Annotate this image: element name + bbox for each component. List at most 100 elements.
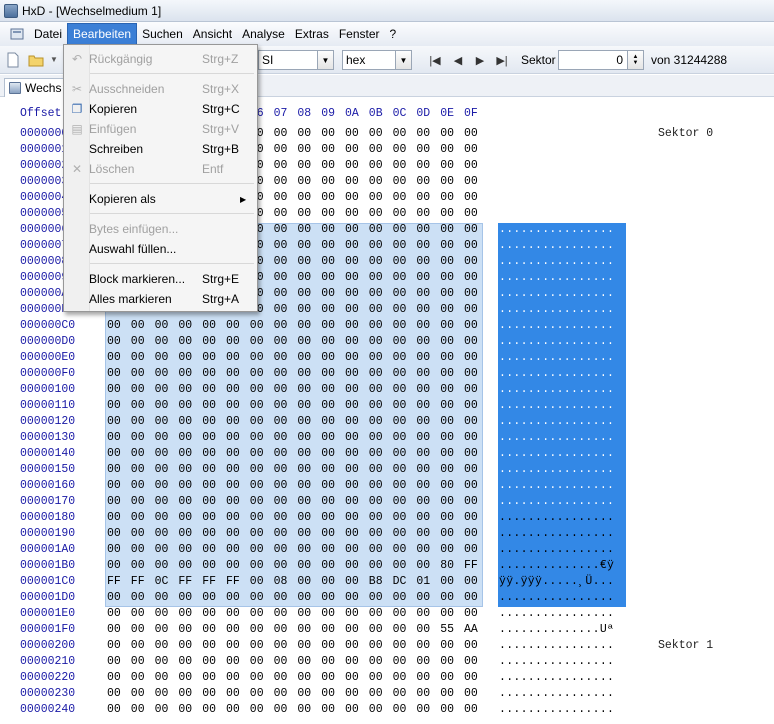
- ascii-text[interactable]: ................: [499, 543, 614, 556]
- hex-byte[interactable]: 00: [274, 159, 288, 172]
- ascii-text[interactable]: ................: [499, 303, 614, 316]
- hex-byte[interactable]: 00: [416, 447, 430, 460]
- hex-byte[interactable]: 00: [416, 687, 430, 700]
- hex-byte[interactable]: 00: [178, 319, 192, 332]
- hex-byte[interactable]: 00: [440, 511, 454, 524]
- hex-byte[interactable]: 00: [131, 655, 145, 668]
- hex-byte[interactable]: 00: [178, 415, 192, 428]
- hex-byte[interactable]: 00: [369, 223, 383, 236]
- hex-byte[interactable]: 00: [440, 303, 454, 316]
- menu-item-kopieren[interactable]: ❐ Kopieren Strg+C: [64, 99, 257, 119]
- hex-byte[interactable]: 00: [321, 575, 335, 588]
- hex-byte[interactable]: 00: [345, 319, 359, 332]
- hex-byte[interactable]: 00: [416, 511, 430, 524]
- hex-byte[interactable]: 0C: [155, 575, 169, 588]
- hex-byte[interactable]: 00: [107, 447, 121, 460]
- hex-byte[interactable]: 00: [155, 431, 169, 444]
- table-row[interactable]: 000001B0 00 00 00 00 00 00 00 00 00 00 00 00 00 00 80 FF…: [0, 559, 774, 575]
- hex-byte[interactable]: 00: [321, 143, 335, 156]
- hex-byte[interactable]: 00: [202, 607, 216, 620]
- hex-byte[interactable]: 00: [416, 527, 430, 540]
- hex-byte[interactable]: 00: [178, 351, 192, 364]
- hex-byte[interactable]: 00: [274, 255, 288, 268]
- hex-byte[interactable]: 00: [321, 623, 335, 636]
- hex-byte[interactable]: 00: [155, 463, 169, 476]
- hex-byte[interactable]: 00: [131, 479, 145, 492]
- hex-byte[interactable]: 00: [226, 543, 240, 556]
- hex-byte[interactable]: 00: [178, 527, 192, 540]
- hex-byte[interactable]: 00: [131, 607, 145, 620]
- hex-byte[interactable]: 00: [321, 415, 335, 428]
- hex-byte[interactable]: 00: [345, 287, 359, 300]
- hex-byte[interactable]: 00: [178, 543, 192, 556]
- hex-byte[interactable]: 00: [274, 287, 288, 300]
- hex-byte[interactable]: 00: [321, 559, 335, 572]
- hex-byte[interactable]: 00: [369, 559, 383, 572]
- chevron-down-icon[interactable]: ▼: [395, 51, 411, 69]
- hex-byte[interactable]: 00: [321, 495, 335, 508]
- hex-byte[interactable]: 00: [202, 655, 216, 668]
- hex-byte[interactable]: 00: [393, 367, 407, 380]
- hex-byte[interactable]: 00: [345, 671, 359, 684]
- hex-byte[interactable]: 00: [131, 447, 145, 460]
- hex-byte[interactable]: 00: [440, 399, 454, 412]
- ascii-text[interactable]: ................: [499, 639, 614, 652]
- hex-byte[interactable]: 00: [345, 703, 359, 716]
- hex-byte[interactable]: 00: [250, 415, 264, 428]
- hex-byte[interactable]: 00: [464, 575, 478, 588]
- hex-byte[interactable]: 00: [345, 511, 359, 524]
- hex-byte[interactable]: 00: [226, 607, 240, 620]
- hex-byte[interactable]: 00: [297, 591, 311, 604]
- hex-byte[interactable]: 00: [297, 671, 311, 684]
- hex-byte[interactable]: 00: [416, 559, 430, 572]
- hex-byte[interactable]: 00: [131, 399, 145, 412]
- hex-byte[interactable]: 00: [297, 399, 311, 412]
- hex-byte[interactable]: 00: [464, 367, 478, 380]
- hex-byte[interactable]: 00: [297, 287, 311, 300]
- hex-byte[interactable]: 00: [440, 527, 454, 540]
- hex-byte[interactable]: 00: [393, 143, 407, 156]
- hex-byte[interactable]: 00: [393, 639, 407, 652]
- table-row[interactable]: 00000120 00 00 00 00 00 00 00 00 00 00 00 00 00 00 00 00…: [0, 415, 774, 431]
- hex-byte[interactable]: 00: [393, 463, 407, 476]
- hex-byte[interactable]: 00: [155, 655, 169, 668]
- hex-byte[interactable]: 00: [250, 607, 264, 620]
- menu-item-rückgängig[interactable]: ↶ Rückgängig Strg+Z: [64, 49, 257, 69]
- hex-byte[interactable]: 00: [416, 543, 430, 556]
- hex-byte[interactable]: 00: [250, 591, 264, 604]
- hex-byte[interactable]: 00: [321, 399, 335, 412]
- hex-byte[interactable]: 00: [393, 447, 407, 460]
- hex-byte[interactable]: 00: [250, 495, 264, 508]
- hex-byte[interactable]: 00: [440, 175, 454, 188]
- hex-byte[interactable]: 00: [107, 399, 121, 412]
- prev-sector-icon[interactable]: ◀: [449, 52, 467, 68]
- spinner-icon[interactable]: ▲ ▼: [627, 51, 643, 69]
- hex-byte[interactable]: 00: [321, 431, 335, 444]
- hex-byte[interactable]: FF: [202, 575, 216, 588]
- hex-byte[interactable]: 00: [464, 607, 478, 620]
- hex-byte[interactable]: 00: [464, 255, 478, 268]
- ascii-text[interactable]: ................: [499, 223, 614, 236]
- hex-byte[interactable]: 00: [107, 591, 121, 604]
- last-sector-icon[interactable]: ▶|: [493, 52, 511, 68]
- hex-byte[interactable]: 00: [321, 671, 335, 684]
- hex-byte[interactable]: 00: [345, 463, 359, 476]
- hex-byte[interactable]: 00: [321, 655, 335, 668]
- hex-byte[interactable]: 00: [178, 655, 192, 668]
- hex-byte[interactable]: 00: [321, 543, 335, 556]
- hex-byte[interactable]: 00: [321, 287, 335, 300]
- hex-byte[interactable]: 00: [416, 207, 430, 220]
- ascii-text[interactable]: ................: [499, 415, 614, 428]
- hex-byte[interactable]: 00: [369, 431, 383, 444]
- hex-byte[interactable]: 00: [250, 431, 264, 444]
- hex-byte[interactable]: 00: [274, 623, 288, 636]
- table-row[interactable]: 00000230 00 00 00 00 00 00 00 00 00 00 00 00 00 00 00 00…: [0, 687, 774, 703]
- table-row[interactable]: 00000150 00 00 00 00 00 00 00 00 00 00 00 00 00 00 00 00…: [0, 463, 774, 479]
- hex-byte[interactable]: 00: [440, 543, 454, 556]
- hex-byte[interactable]: 00: [155, 495, 169, 508]
- hex-byte[interactable]: 00: [440, 207, 454, 220]
- hex-byte[interactable]: 00: [107, 319, 121, 332]
- hex-byte[interactable]: 00: [440, 591, 454, 604]
- hex-byte[interactable]: 00: [345, 335, 359, 348]
- hex-byte[interactable]: 00: [416, 383, 430, 396]
